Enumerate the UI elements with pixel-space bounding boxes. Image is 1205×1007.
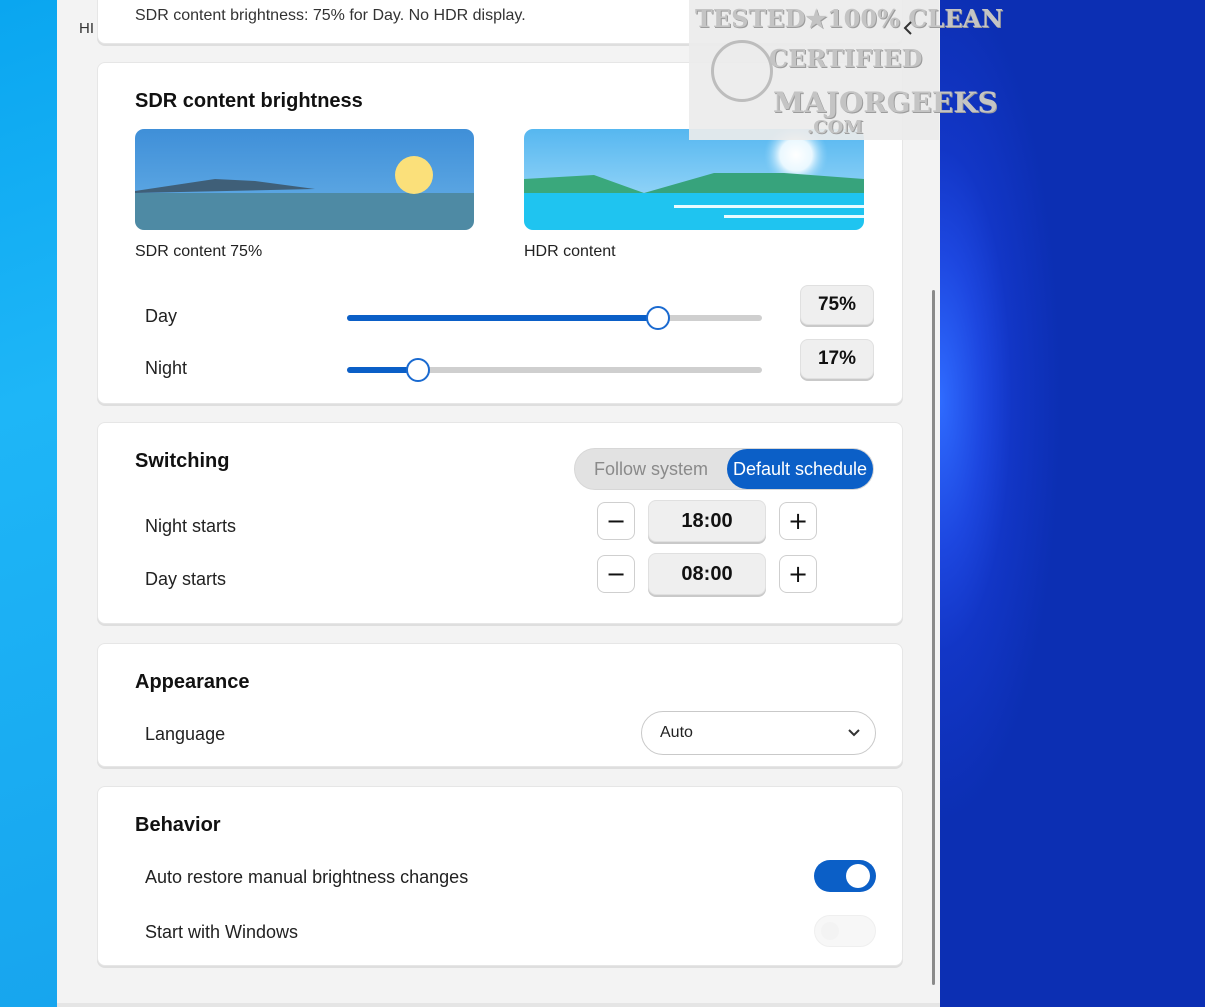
night-starts-decrement-button[interactable]: − — [597, 502, 635, 540]
language-select[interactable]: Auto — [641, 711, 876, 755]
day-starts-increment-button[interactable]: + — [779, 555, 817, 593]
chevron-down-icon — [848, 729, 860, 737]
night-label: Night — [145, 358, 188, 378]
appearance-title: Appearance — [135, 671, 250, 693]
language-select-value: Auto — [660, 724, 693, 741]
night-starts-label: Night starts — [145, 516, 237, 536]
night-value-badge[interactable]: 17% — [800, 339, 874, 379]
night-starts-increment-button[interactable]: + — [779, 502, 817, 540]
night-slider-thumb[interactable] — [405, 358, 430, 382]
default-schedule-option[interactable]: Default schedule — [727, 449, 873, 489]
night-starts-time[interactable]: 18:00 — [648, 500, 766, 542]
hdr-preview-caption: HDR content — [524, 243, 616, 260]
scrollbar[interactable] — [932, 290, 935, 985]
desktop-background-right — [940, 0, 1205, 1007]
toggle-knob — [821, 922, 839, 940]
start-with-windows-toggle[interactable] — [814, 915, 876, 947]
day-slider-thumb[interactable] — [646, 306, 671, 330]
watermark-line-3: MAJORGEEKS — [773, 86, 998, 119]
day-label: Day — [145, 306, 178, 326]
auto-restore-label: Auto restore manual brightness changes — [145, 867, 469, 887]
window-title-partial: HI — [79, 20, 94, 37]
watermark-line-1: TESTED★100% CLEAN — [695, 4, 1004, 33]
night-brightness-slider[interactable] — [347, 358, 762, 382]
app-window: HI SDR content brightness: 75% for Day. … — [57, 0, 940, 1003]
day-value-badge[interactable]: 75% — [800, 285, 874, 325]
sdr-preview-image — [135, 129, 474, 230]
status-text: SDR content brightness: 75% for Day. No … — [135, 7, 526, 24]
watermark-line-2: CERTIFIED — [769, 44, 923, 73]
day-slider-fill — [347, 315, 659, 321]
day-starts-time[interactable]: 08:00 — [648, 553, 766, 595]
follow-system-option[interactable]: Follow system — [577, 449, 725, 489]
behavior-card: Behavior Auto restore manual brightness … — [97, 786, 903, 966]
desktop-background-left — [0, 0, 60, 1007]
behavior-title: Behavior — [135, 814, 221, 836]
switching-mode-toggle: Follow system Default schedule — [574, 448, 874, 490]
toggle-knob — [846, 864, 870, 888]
watermark-line-4: .COM — [807, 117, 864, 138]
day-starts-decrement-button[interactable]: − — [597, 555, 635, 593]
back-chevron-icon[interactable] — [900, 20, 916, 36]
language-label: Language — [145, 724, 226, 744]
day-brightness-slider[interactable] — [347, 306, 762, 330]
certified-seal-icon — [711, 40, 773, 102]
sdr-brightness-title: SDR content brightness — [135, 90, 363, 112]
auto-restore-toggle[interactable] — [814, 860, 876, 892]
day-starts-label: Day starts — [145, 569, 227, 589]
switching-card: Switching Follow system Default schedule… — [97, 422, 903, 624]
sdr-preview-caption: SDR content 75% — [135, 243, 263, 260]
switching-title: Switching — [135, 450, 230, 472]
window-bottom-edge — [57, 1003, 940, 1007]
appearance-card: Appearance Language Auto — [97, 643, 903, 767]
hdr-preview-image — [524, 129, 864, 230]
start-with-windows-label: Start with Windows — [145, 922, 299, 942]
